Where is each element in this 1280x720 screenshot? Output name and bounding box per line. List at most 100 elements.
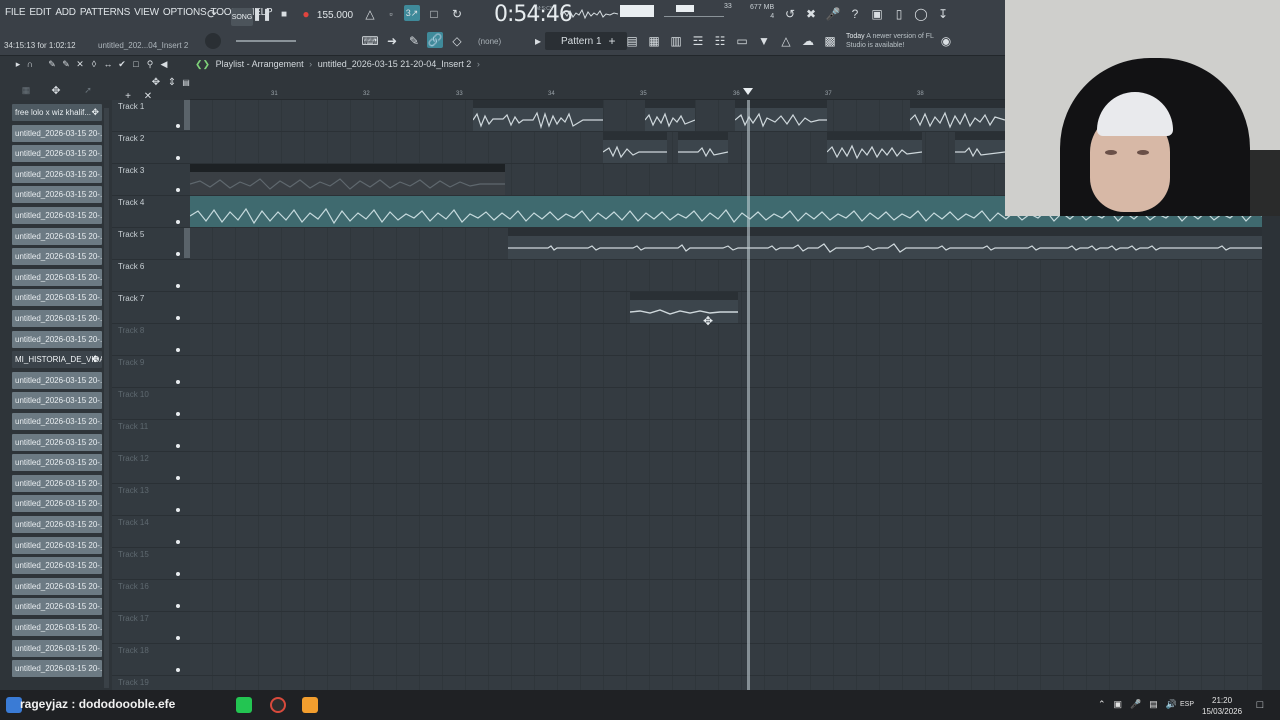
blend-notes-icon[interactable]: ↻ bbox=[449, 6, 465, 22]
track-header[interactable]: Track 13 bbox=[112, 484, 190, 516]
track-mute-led[interactable] bbox=[176, 124, 180, 128]
song-mode-button[interactable]: SONG bbox=[231, 8, 253, 26]
news-panel[interactable]: Today A newer version of FL Studio is av… bbox=[846, 32, 936, 50]
track-header[interactable]: Track 6 bbox=[112, 260, 190, 292]
menu-edit[interactable]: EDIT bbox=[29, 7, 51, 18]
audio-clip[interactable]: MI_HISTORIA_DE_VIDA bbox=[190, 164, 505, 195]
playlist-icon[interactable]: ▤ bbox=[624, 33, 640, 49]
track-header[interactable]: Track 10 bbox=[112, 388, 190, 420]
track-header[interactable]: Track 17 bbox=[112, 612, 190, 644]
move-handle-icon[interactable]: ✥ bbox=[91, 104, 99, 121]
track-mute-led[interactable] bbox=[176, 316, 180, 320]
track-header[interactable]: Track 15 bbox=[112, 548, 190, 580]
track-header[interactable]: Track 1 bbox=[112, 100, 190, 132]
cross-arrows-icon[interactable]: ✥ bbox=[48, 82, 64, 98]
track-header[interactable]: Track 4 bbox=[112, 196, 190, 228]
audio-clip[interactable]: untitl...sert 2 bbox=[645, 100, 695, 131]
next-icon[interactable]: ➜ bbox=[384, 33, 400, 49]
playback-tool-icon[interactable]: ◀ bbox=[156, 56, 172, 72]
master-pitch-slider[interactable] bbox=[664, 16, 724, 17]
pattern-item[interactable]: untitled_2026-03-15 20-... bbox=[12, 186, 102, 204]
draw-tool-icon[interactable]: ✎ bbox=[406, 33, 422, 49]
wait-input-icon[interactable]: ▫ bbox=[383, 6, 399, 22]
piano-roll-icon[interactable]: ⌨ bbox=[361, 33, 378, 49]
pattern-item[interactable]: untitled_2026-03-15 20-... bbox=[12, 289, 102, 307]
track-header[interactable]: Track 14 bbox=[112, 516, 190, 548]
track-mute-led[interactable] bbox=[176, 380, 180, 384]
pattern-item[interactable]: untitled_2026-03-15 20-... bbox=[12, 619, 102, 636]
track-mute-led[interactable] bbox=[176, 348, 180, 352]
audio-clip[interactable]: untitled_2026-0..20-04_Insert 2 bbox=[630, 292, 738, 323]
track-mute-led[interactable] bbox=[176, 476, 180, 480]
audio-clip[interactable]: untitled_2026...-30_Insert 2 bbox=[827, 132, 922, 163]
edison-icon[interactable]: ▭ bbox=[734, 33, 750, 49]
fl-studio-icon[interactable] bbox=[302, 697, 318, 713]
pattern-item[interactable]: untitled_2026-03-15 20-... bbox=[12, 495, 102, 513]
audio-clip[interactable]: untitled_...Insert 2 bbox=[603, 132, 667, 163]
pattern-item[interactable]: untitled_2026-03-15 20-... bbox=[12, 330, 102, 348]
track-header[interactable]: Track 19 bbox=[112, 676, 190, 690]
speaker-icon[interactable]: 🔊 bbox=[1166, 699, 1177, 710]
tempo-display[interactable]: 155.000 bbox=[317, 6, 353, 24]
menu-patterns[interactable]: PATTERNS bbox=[80, 7, 130, 18]
save-icon[interactable]: ▣ bbox=[869, 6, 885, 22]
undo-history-icon[interactable]: ↺ bbox=[782, 6, 798, 22]
track-mute-led[interactable] bbox=[176, 412, 180, 416]
app-icon-green[interactable] bbox=[236, 697, 252, 713]
help-icon[interactable]: ? bbox=[847, 6, 863, 22]
loop-record-icon[interactable]: ⟳ bbox=[204, 6, 220, 22]
track-mute-led[interactable] bbox=[176, 540, 180, 544]
chevron-up-icon[interactable]: ⌃ bbox=[1098, 699, 1106, 710]
track-header[interactable]: Track 3 bbox=[112, 164, 190, 196]
channel-filter[interactable]: (none) bbox=[478, 32, 530, 50]
pattern-item[interactable]: untitled_2026-03-15 20-... bbox=[12, 536, 102, 554]
picker-scrollbar[interactable] bbox=[104, 108, 109, 688]
touch-keyboard-icon[interactable]: △ bbox=[778, 33, 794, 49]
pattern-item[interactable]: untitled_2026-03-15 20-... bbox=[12, 165, 102, 183]
notifications-icon[interactable]: □ bbox=[1252, 697, 1268, 713]
arrows-icon[interactable]: ❮❯ bbox=[195, 59, 210, 69]
pattern-item[interactable]: untitled_2026-03-15 20-... bbox=[12, 124, 102, 142]
audio-clip[interactable]: untitled_2026 bbox=[955, 132, 1005, 163]
track-header[interactable]: Track 5 bbox=[112, 228, 190, 260]
track-header[interactable]: Track 12 bbox=[112, 452, 190, 484]
stamp-icon[interactable]: ▩ bbox=[822, 33, 838, 49]
browser-tab-icon[interactable]: ▦ bbox=[18, 82, 34, 98]
link-icon[interactable]: 🔗 bbox=[427, 32, 443, 48]
pattern-item[interactable]: untitled_2026-03-15 20-... bbox=[12, 516, 102, 533]
track-header[interactable]: Track 16 bbox=[112, 580, 190, 612]
mixer-window-icon[interactable]: ▥ bbox=[668, 33, 684, 49]
pattern-item[interactable]: untitled_2026-03-15 20-... bbox=[12, 660, 102, 678]
pattern-item[interactable]: untitled_2026-03-15 20-... bbox=[12, 577, 102, 595]
pattern-item[interactable]: untitled_2026-03-15 20-... bbox=[12, 413, 102, 430]
audio-clip[interactable]: untitled_2026-03-15 20-56-10_Insert 2 bbox=[473, 100, 603, 131]
pattern-item[interactable]: untitled_2026-03-15 20-... bbox=[12, 248, 102, 266]
globe-icon[interactable]: ◉ bbox=[938, 33, 954, 49]
track-mute-led[interactable] bbox=[176, 668, 180, 672]
record-button[interactable]: ● bbox=[298, 6, 314, 22]
chat-icon[interactable]: ◯ bbox=[913, 6, 929, 22]
track-header[interactable]: Track 2 bbox=[112, 132, 190, 164]
track-mute-led[interactable] bbox=[176, 572, 180, 576]
pattern-item[interactable]: untitled_2026-03-15 20-... bbox=[12, 371, 102, 389]
microphone-icon[interactable]: 🎤 bbox=[825, 6, 841, 22]
pattern-item[interactable]: untitled_2026-03-15 20-... bbox=[12, 598, 102, 616]
audio-clip[interactable]: untitled_2026-03-15 21-17-44_Insert 2 bbox=[508, 228, 1262, 259]
menu-add[interactable]: ADD bbox=[55, 7, 76, 18]
track-mute-led[interactable] bbox=[176, 604, 180, 608]
plugin-icon[interactable]: ▯ bbox=[891, 6, 907, 22]
typing-keyboard-icon[interactable]: ◇ bbox=[449, 33, 465, 49]
magnet-icon[interactable]: ∩ bbox=[22, 56, 38, 72]
track-mute-led[interactable] bbox=[176, 252, 180, 256]
track-header[interactable]: Track 7 bbox=[112, 292, 190, 324]
tray-app-icon[interactable]: ▣ bbox=[1114, 699, 1123, 710]
pattern-item[interactable]: untitled_2026-03-15 20-... bbox=[12, 557, 102, 575]
audio-clip[interactable]: untitl...sert 2 bbox=[678, 132, 728, 163]
breadcrumb-arrow-icon[interactable]: › bbox=[477, 59, 480, 69]
pattern-item[interactable]: untitled_2026-03-15 20-... bbox=[12, 268, 102, 286]
expand-icon[interactable]: ➚ bbox=[80, 82, 96, 98]
pattern-item[interactable]: untitled_2026-03-15 20-... bbox=[12, 639, 102, 657]
track-header[interactable]: Track 8 bbox=[112, 324, 190, 356]
menu-view[interactable]: VIEW bbox=[134, 7, 159, 18]
track-mute-led[interactable] bbox=[176, 508, 180, 512]
